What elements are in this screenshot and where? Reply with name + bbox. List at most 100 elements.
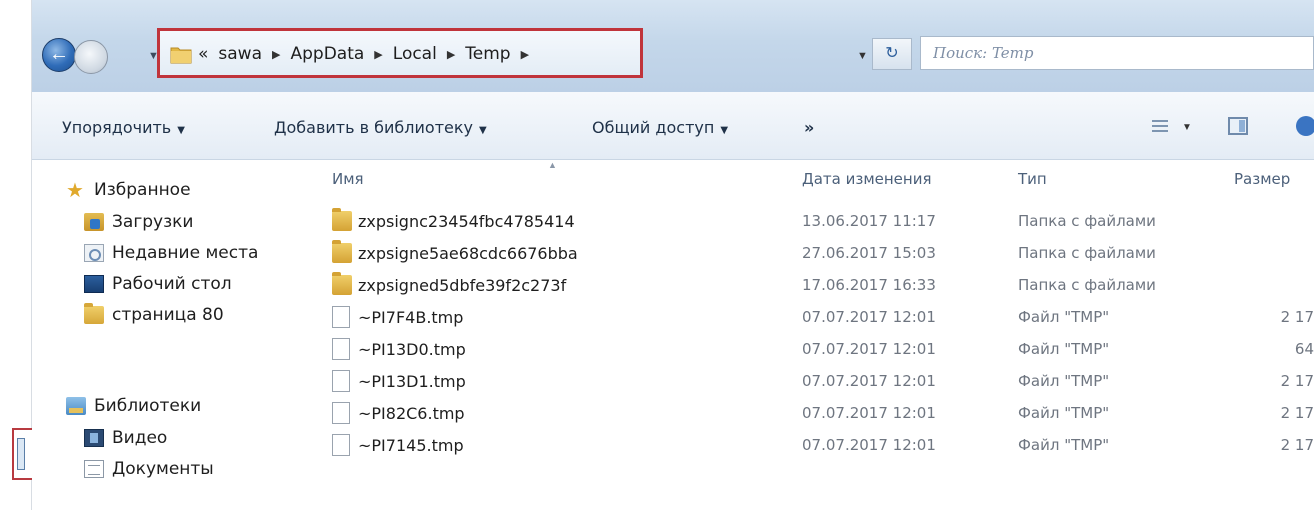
nav-item-video[interactable]: Видео xyxy=(84,428,167,448)
folder-icon xyxy=(332,272,352,295)
table-row[interactable]: zxpsignc23454fbc4785414 13.06.2017 11:17… xyxy=(304,206,1314,236)
file-name: ~PI13D1.tmp xyxy=(358,372,466,391)
back-arrow-icon: ← xyxy=(49,43,69,65)
navigation-pane: ★ Избранное Загрузки Недавние места Рабо… xyxy=(32,160,304,510)
search-input[interactable] xyxy=(921,37,1313,69)
file-icon xyxy=(332,370,350,392)
nav-item-downloads[interactable]: Загрузки xyxy=(84,212,193,232)
file-date: 07.07.2017 12:01 xyxy=(802,340,936,358)
background-selected-item xyxy=(12,428,34,480)
chevron-down-icon[interactable]: ▼ xyxy=(1182,122,1192,133)
breadcrumb-item-appdata[interactable]: AppData xyxy=(290,44,364,64)
file-type: Папка с файлами xyxy=(1018,244,1156,262)
nav-item-desktop[interactable]: Рабочий стол xyxy=(84,274,232,294)
file-date: 07.07.2017 12:01 xyxy=(802,372,936,390)
file-size: 2 17 xyxy=(1280,404,1314,422)
nav-item-favorites[interactable]: ★ Избранное xyxy=(66,180,191,200)
file-name: ~PI82C6.tmp xyxy=(358,404,465,423)
search-box[interactable] xyxy=(920,36,1314,70)
file-name: ~PI13D0.tmp xyxy=(358,340,466,359)
file-size: 2 17 xyxy=(1280,436,1314,454)
help-icon[interactable] xyxy=(1296,116,1314,136)
column-header-name[interactable]: Имя xyxy=(332,170,364,188)
file-name: ~PI7145.tmp xyxy=(358,436,464,455)
file-name: ~PI7F4B.tmp xyxy=(358,308,464,327)
table-row[interactable]: ~PI7F4B.tmp 07.07.2017 12:01 Файл "TMP" … xyxy=(304,302,1314,332)
nav-item-label: Загрузки xyxy=(112,212,194,232)
file-type: Файл "TMP" xyxy=(1018,308,1110,326)
chevron-down-icon: ▼ xyxy=(177,125,185,136)
table-row[interactable]: ~PI13D0.tmp 07.07.2017 12:01 Файл "TMP" … xyxy=(304,334,1314,364)
file-type: Файл "TMP" xyxy=(1018,340,1110,358)
file-date: 17.06.2017 16:33 xyxy=(802,276,936,294)
address-dropdown-icon[interactable]: ▼ xyxy=(857,50,868,62)
breadcrumb-overflow[interactable]: « xyxy=(198,44,208,64)
refresh-icon: ↻ xyxy=(885,45,899,62)
file-list: ▲ Имя Дата изменения Тип Размер zxpsignc… xyxy=(304,160,1314,510)
chevron-down-icon: ▼ xyxy=(720,125,729,136)
nav-item-label: Недавние места xyxy=(112,243,259,263)
add-to-library-label: Добавить в библиотеку xyxy=(274,118,473,137)
nav-item-label: Избранное xyxy=(94,180,191,200)
chevron-right-icon[interactable]: ▶ xyxy=(272,48,280,61)
video-icon xyxy=(84,429,104,447)
file-icon xyxy=(332,434,350,456)
breadcrumb-item-temp[interactable]: Temp xyxy=(465,44,510,64)
chevron-down-icon: ▼ xyxy=(478,125,487,136)
chevron-right-icon[interactable]: ▶ xyxy=(447,48,455,61)
address-bar: ← ▼ « sawa ▶ AppData ▶ Local ▶ Temp ▶ ▼ … xyxy=(32,0,1314,92)
documents-icon xyxy=(84,460,104,478)
nav-item-label: Документы xyxy=(112,459,214,479)
nav-item-libraries[interactable]: Библиотеки xyxy=(66,396,201,416)
breadcrumb-item-sawa[interactable]: sawa xyxy=(218,44,262,64)
view-options-icon[interactable] xyxy=(1152,120,1168,134)
nav-item-label: Рабочий стол xyxy=(112,274,232,294)
file-type: Папка с файлами xyxy=(1018,212,1156,230)
share-button[interactable]: Общий доступ ▼ xyxy=(592,118,728,137)
more-commands-button[interactable]: » xyxy=(804,118,814,137)
table-row[interactable]: zxpsigned5dbfe39f2c273f 17.06.2017 16:33… xyxy=(304,270,1314,300)
sort-ascending-icon: ▲ xyxy=(548,160,557,170)
table-row[interactable]: zxpsigne5ae68cdc6676bba 27.06.2017 15:03… xyxy=(304,238,1314,268)
file-date: 07.07.2017 12:01 xyxy=(802,436,936,454)
refresh-button[interactable]: ↻ xyxy=(872,38,912,70)
file-name: zxpsigne5ae68cdc6676bba xyxy=(358,244,578,263)
desktop-icon xyxy=(84,275,104,293)
file-date: 27.06.2017 15:03 xyxy=(802,244,936,262)
chevron-right-icon[interactable]: ▶ xyxy=(521,48,529,61)
file-icon xyxy=(332,306,350,328)
file-size: 64 xyxy=(1294,340,1314,358)
forward-button[interactable] xyxy=(74,40,108,74)
table-row[interactable]: ~PI82C6.tmp 07.07.2017 12:01 Файл "TMP" … xyxy=(304,398,1314,428)
file-type: Файл "TMP" xyxy=(1018,436,1110,454)
breadcrumb[interactable]: « sawa ▶ AppData ▶ Local ▶ Temp ▶ xyxy=(157,28,643,78)
file-date: 07.07.2017 12:01 xyxy=(802,404,936,422)
file-type: Файл "TMP" xyxy=(1018,404,1110,422)
organize-button[interactable]: Упорядочить ▼ xyxy=(62,118,185,137)
add-to-library-button[interactable]: Добавить в библиотеку ▼ xyxy=(274,118,487,137)
organize-label: Упорядочить xyxy=(62,118,172,137)
table-row[interactable]: ~PI7145.tmp 07.07.2017 12:01 Файл "TMP" … xyxy=(304,430,1314,460)
column-header-date[interactable]: Дата изменения xyxy=(802,170,932,188)
column-header-size[interactable]: Размер xyxy=(1234,170,1290,188)
back-button[interactable]: ← xyxy=(42,38,76,72)
file-size: 2 17 xyxy=(1280,308,1314,326)
file-type: Папка с файлами xyxy=(1018,276,1156,294)
breadcrumb-item-local[interactable]: Local xyxy=(393,44,437,64)
nav-item-page80[interactable]: страница 80 xyxy=(84,303,224,325)
file-icon xyxy=(332,402,350,424)
folder-icon xyxy=(332,208,352,231)
nav-item-documents[interactable]: Документы xyxy=(84,459,214,479)
file-name: zxpsignc23454fbc4785414 xyxy=(358,212,575,231)
libraries-icon xyxy=(66,397,86,415)
background-page-strip xyxy=(0,0,34,510)
table-row[interactable]: ~PI13D1.tmp 07.07.2017 12:01 Файл "TMP" … xyxy=(304,366,1314,396)
recent-places-icon xyxy=(84,244,104,262)
chevron-right-icon[interactable]: ▶ xyxy=(374,48,382,61)
file-date: 07.07.2017 12:01 xyxy=(802,308,936,326)
nav-item-recent-places[interactable]: Недавние места xyxy=(84,243,258,263)
folder-icon xyxy=(170,47,192,64)
nav-item-label: Библиотеки xyxy=(94,396,202,416)
preview-pane-icon[interactable] xyxy=(1228,117,1248,135)
column-header-type[interactable]: Тип xyxy=(1018,170,1047,188)
